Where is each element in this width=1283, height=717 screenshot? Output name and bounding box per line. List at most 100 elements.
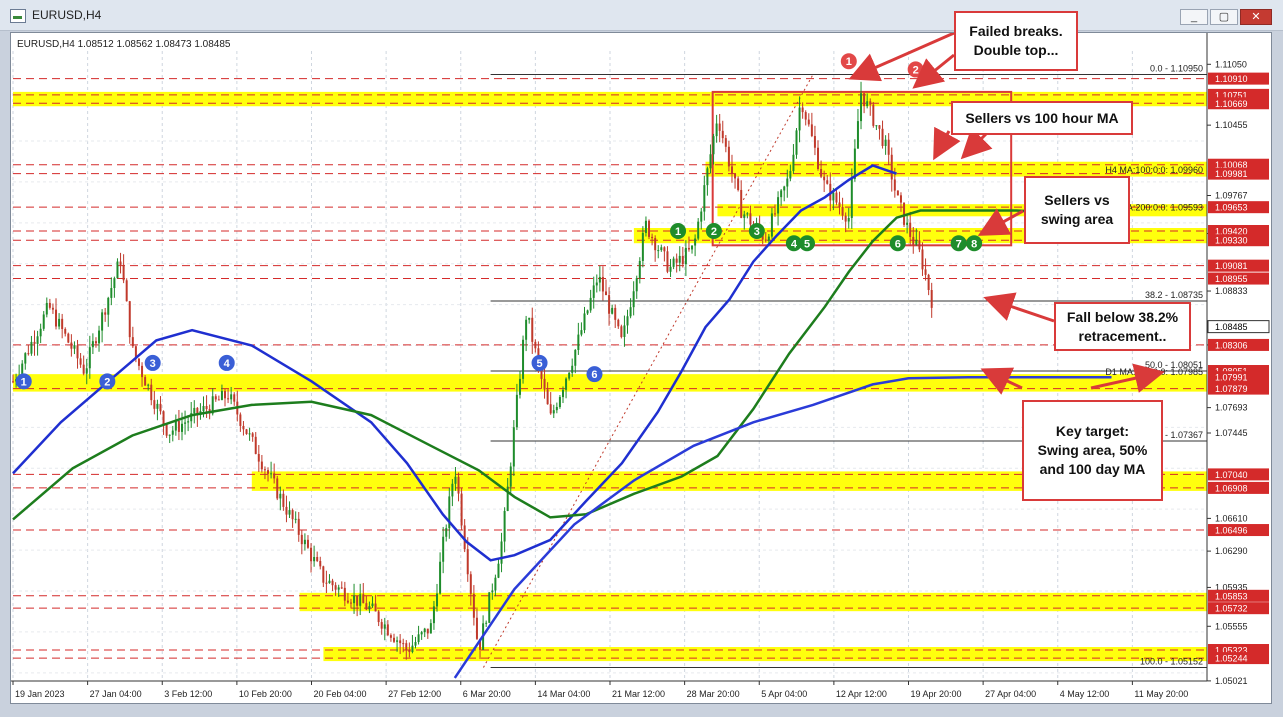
candle-body — [61, 318, 64, 329]
candle-body — [137, 358, 140, 366]
candle-body — [94, 341, 97, 344]
candle-body — [531, 317, 534, 342]
candle-body — [303, 539, 306, 545]
candle-body — [632, 291, 635, 308]
candle-body — [488, 592, 491, 623]
candle-body — [426, 628, 429, 634]
candle-body — [620, 326, 623, 337]
candle-body — [844, 215, 847, 222]
candle-body — [595, 282, 598, 286]
candle-body — [512, 427, 515, 467]
candle-body — [838, 202, 841, 207]
candle-body — [546, 389, 549, 405]
candle-body — [423, 628, 426, 633]
swing-marker-green-label: 2 — [711, 226, 717, 238]
candle-body — [598, 276, 601, 283]
candle-body — [399, 640, 402, 644]
candle-body — [850, 178, 853, 218]
candle-body — [180, 423, 183, 432]
candle-body — [101, 312, 104, 331]
candle-body — [279, 493, 282, 499]
candle-body — [681, 255, 684, 265]
candle-body — [55, 309, 58, 327]
candle-body — [500, 541, 503, 564]
candle-body — [764, 239, 767, 241]
candle-body — [110, 288, 113, 298]
candle-body — [45, 302, 48, 315]
candle-body — [543, 378, 546, 390]
candle-body — [270, 473, 273, 475]
candle-body — [890, 154, 893, 180]
candle-body — [107, 297, 110, 315]
candle-body — [233, 394, 236, 402]
candle-body — [402, 643, 405, 645]
candle-body — [780, 190, 783, 198]
candle-body — [786, 178, 789, 187]
candle-body — [353, 595, 356, 604]
candle-body — [389, 635, 392, 638]
time-tick-label: 28 Mar 20:00 — [687, 689, 740, 699]
minimize-button[interactable]: _ — [1180, 9, 1208, 25]
candle-body — [605, 291, 608, 296]
candle-body — [721, 130, 724, 139]
candle-body — [168, 434, 171, 436]
candle-body — [131, 337, 134, 347]
swing-marker-blue-label: 3 — [150, 358, 156, 370]
candle-body — [592, 285, 595, 298]
candle-body — [377, 611, 380, 623]
candle-body — [141, 365, 144, 378]
candle-body — [740, 189, 743, 218]
candle-body — [534, 341, 537, 349]
candle-body — [202, 406, 205, 412]
candle-body — [866, 101, 869, 107]
maximize-button[interactable]: ▢ — [1210, 9, 1238, 25]
candle-body — [153, 400, 156, 409]
swing-marker-blue-label: 6 — [591, 369, 597, 381]
annotation-sellers-swing: Sellers vs swing area — [1024, 176, 1130, 244]
candle-body — [466, 549, 469, 575]
price-tick-label: 1.09767 — [1215, 191, 1248, 201]
window-titlebar: EURUSD,H4 _ ▢ ✕ — [0, 0, 1283, 31]
candle-body — [856, 121, 859, 149]
candle-body — [414, 642, 417, 646]
time-tick-label: 19 Apr 20:00 — [911, 689, 962, 699]
candle-body — [804, 112, 807, 120]
time-tick-label: 27 Jan 04:00 — [90, 689, 142, 699]
candle-body — [878, 125, 881, 129]
candle-body — [282, 493, 285, 507]
close-button[interactable]: ✕ — [1240, 9, 1272, 25]
candle-body — [930, 290, 933, 308]
candle-body — [408, 650, 411, 653]
candle-body — [497, 563, 500, 578]
candle-body — [574, 349, 577, 366]
candle-body — [921, 249, 924, 270]
candle-body — [884, 139, 887, 146]
fib-layer: 0.0 - 1.1095038.2 - 1.0873550.0 - 1.0805… — [482, 64, 1207, 668]
symbol-info-line: EURUSD,H4 1.08512 1.08562 1.08473 1.0848… — [17, 39, 231, 50]
candle-body — [694, 238, 697, 246]
time-tick-label: 10 Feb 20:00 — [239, 689, 292, 699]
candle-body — [51, 307, 54, 310]
candle-body — [810, 124, 813, 137]
candle-body — [518, 378, 521, 395]
candle-body — [577, 334, 580, 350]
candle-body — [657, 250, 660, 252]
price-tick-label: 1.06610 — [1215, 513, 1248, 523]
fib-label: 0.0 - 1.10950 — [1150, 64, 1203, 74]
price-tag-label: 1.07879 — [1215, 384, 1248, 394]
candle-body — [156, 403, 159, 409]
candle-body — [73, 345, 76, 349]
annotation-line: retracement.. — [1078, 327, 1167, 344]
time-tick-label: 5 Apr 04:00 — [761, 689, 807, 699]
candle-body — [76, 345, 79, 359]
candle-body — [715, 123, 718, 137]
candle-body — [918, 240, 921, 250]
candle-body — [27, 353, 30, 355]
candle-body — [349, 602, 352, 604]
candle-body — [813, 136, 816, 148]
candle-body — [644, 220, 647, 233]
price-tick-label: 1.07445 — [1215, 428, 1248, 438]
candle-body — [368, 606, 371, 610]
annotation-line: Sellers vs 100 hour MA — [965, 109, 1119, 126]
candle-body — [770, 213, 773, 237]
